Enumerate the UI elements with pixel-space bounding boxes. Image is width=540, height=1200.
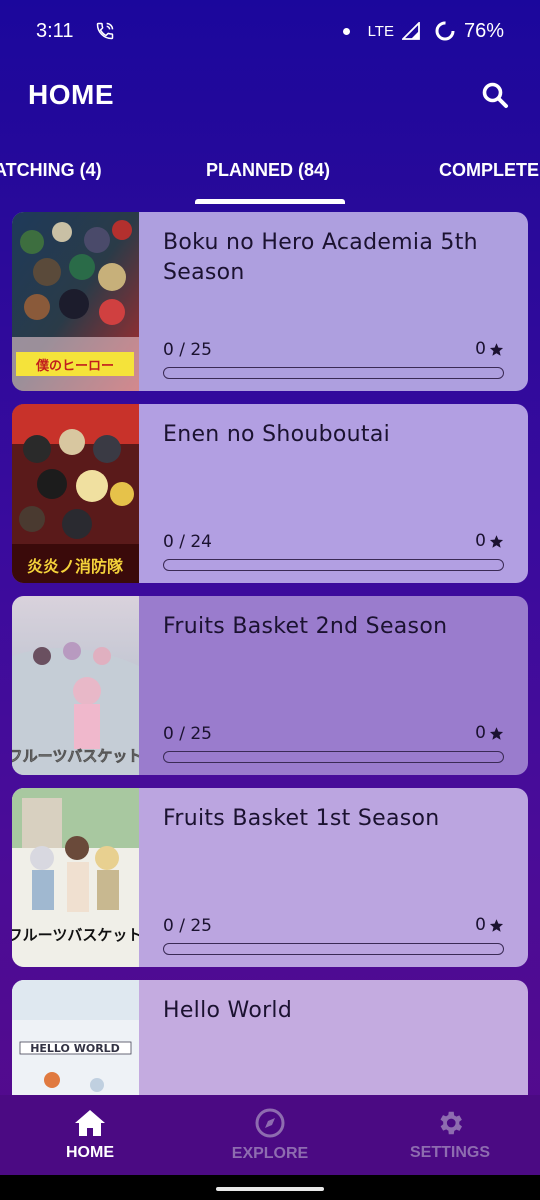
score-value: 0 [475, 723, 486, 743]
tab-watching[interactable]: WATCHING (4) [0, 160, 102, 181]
anime-title: Enen no Shouboutai [163, 422, 391, 447]
nav-explore[interactable]: EXPLORE [180, 1095, 360, 1175]
nav-settings[interactable]: SETTINGS [360, 1095, 540, 1175]
gear-icon [440, 1111, 462, 1135]
score: 0 [475, 339, 504, 359]
svg-text:HELLO WORLD: HELLO WORLD [30, 1042, 120, 1055]
bottom-nav: HOME EXPLORE SETTINGS [0, 1095, 540, 1175]
nav-explore-label: EXPLORE [231, 1145, 309, 1162]
anime-poster: HELLO WORLD [12, 980, 139, 1110]
anime-card[interactable]: フルーツバスケット Fruits Basket 1st Season 0 / 2… [12, 788, 528, 967]
battery-percent: 76% [463, 19, 504, 42]
network-type: LTE [367, 22, 394, 40]
star-icon [489, 918, 504, 932]
anime-card[interactable]: 炎炎ノ消防隊 Enen no Shouboutai 0 / 24 0 [12, 404, 528, 583]
episode-progress: 0 / 24 [163, 532, 212, 552]
tab-bar: WATCHING (4) PLANNED (84) COMPLETED [0, 140, 540, 206]
anime-poster: 炎炎ノ消防隊 [12, 404, 139, 583]
anime-card[interactable]: フルーツバスケット Fruits Basket 2nd Season 0 / 2… [12, 596, 528, 775]
progress-bar [163, 559, 504, 571]
svg-text:フルーツバスケット: フルーツバスケット [12, 747, 139, 765]
score: 0 [475, 723, 504, 743]
star-icon [489, 726, 504, 740]
status-time: 3:11 [36, 19, 74, 42]
app-bar: HOME [0, 62, 540, 128]
status-bar: 3:11 LTE 76% [0, 0, 540, 62]
progress-bar [163, 751, 504, 763]
anime-title: Fruits Basket 1st Season [163, 806, 440, 831]
anime-title: Hello World [163, 998, 293, 1023]
tab-indicator [195, 199, 345, 204]
svg-text:炎炎ノ消防隊: 炎炎ノ消防隊 [27, 557, 124, 576]
anime-poster: フルーツバスケット [12, 596, 139, 775]
score-value: 0 [475, 531, 486, 551]
progress-bar [163, 367, 504, 379]
tab-planned[interactable]: PLANNED (84) [206, 160, 330, 181]
anime-card[interactable]: HELLO WORLD Hello World [12, 980, 528, 1110]
wifi-call-icon [97, 22, 114, 40]
battery-icon [435, 21, 455, 41]
svg-text:フルーツバスケット: フルーツバスケット [12, 926, 139, 944]
nav-settings-label: SETTINGS [409, 1144, 490, 1161]
gesture-bar [0, 1175, 540, 1200]
home-indicator[interactable] [216, 1187, 324, 1191]
page-title: HOME [28, 79, 114, 110]
star-icon [489, 342, 504, 356]
score-value: 0 [475, 915, 486, 935]
nav-home[interactable]: HOME [0, 1095, 180, 1175]
progress-bar [163, 943, 504, 955]
search-icon [482, 82, 508, 108]
anime-poster: 僕のヒーロー [12, 212, 139, 391]
episode-progress: 0 / 25 [163, 724, 212, 744]
anime-card[interactable]: 僕のヒーロー Boku no Hero Academia 5th Season … [12, 212, 528, 391]
signal-icon [401, 22, 420, 40]
tab-completed[interactable]: COMPLETED [439, 160, 540, 181]
episode-progress: 0 / 25 [163, 916, 212, 936]
anime-title: Fruits Basket 2nd Season [163, 614, 448, 639]
score: 0 [475, 915, 504, 935]
nav-home-label: HOME [66, 1144, 114, 1161]
compass-icon [255, 1108, 285, 1138]
episode-progress: 0 / 25 [163, 340, 212, 360]
score-value: 0 [475, 339, 486, 359]
score: 0 [475, 531, 504, 551]
search-button[interactable] [478, 78, 512, 112]
star-icon [489, 534, 504, 548]
notification-dot-icon [342, 27, 350, 35]
anime-poster: フルーツバスケット [12, 788, 139, 967]
anime-title: Boku no Hero Academia 5th Season [163, 230, 478, 285]
svg-text:僕のヒーロー: 僕のヒーロー [35, 358, 114, 374]
home-icon [75, 1110, 105, 1136]
